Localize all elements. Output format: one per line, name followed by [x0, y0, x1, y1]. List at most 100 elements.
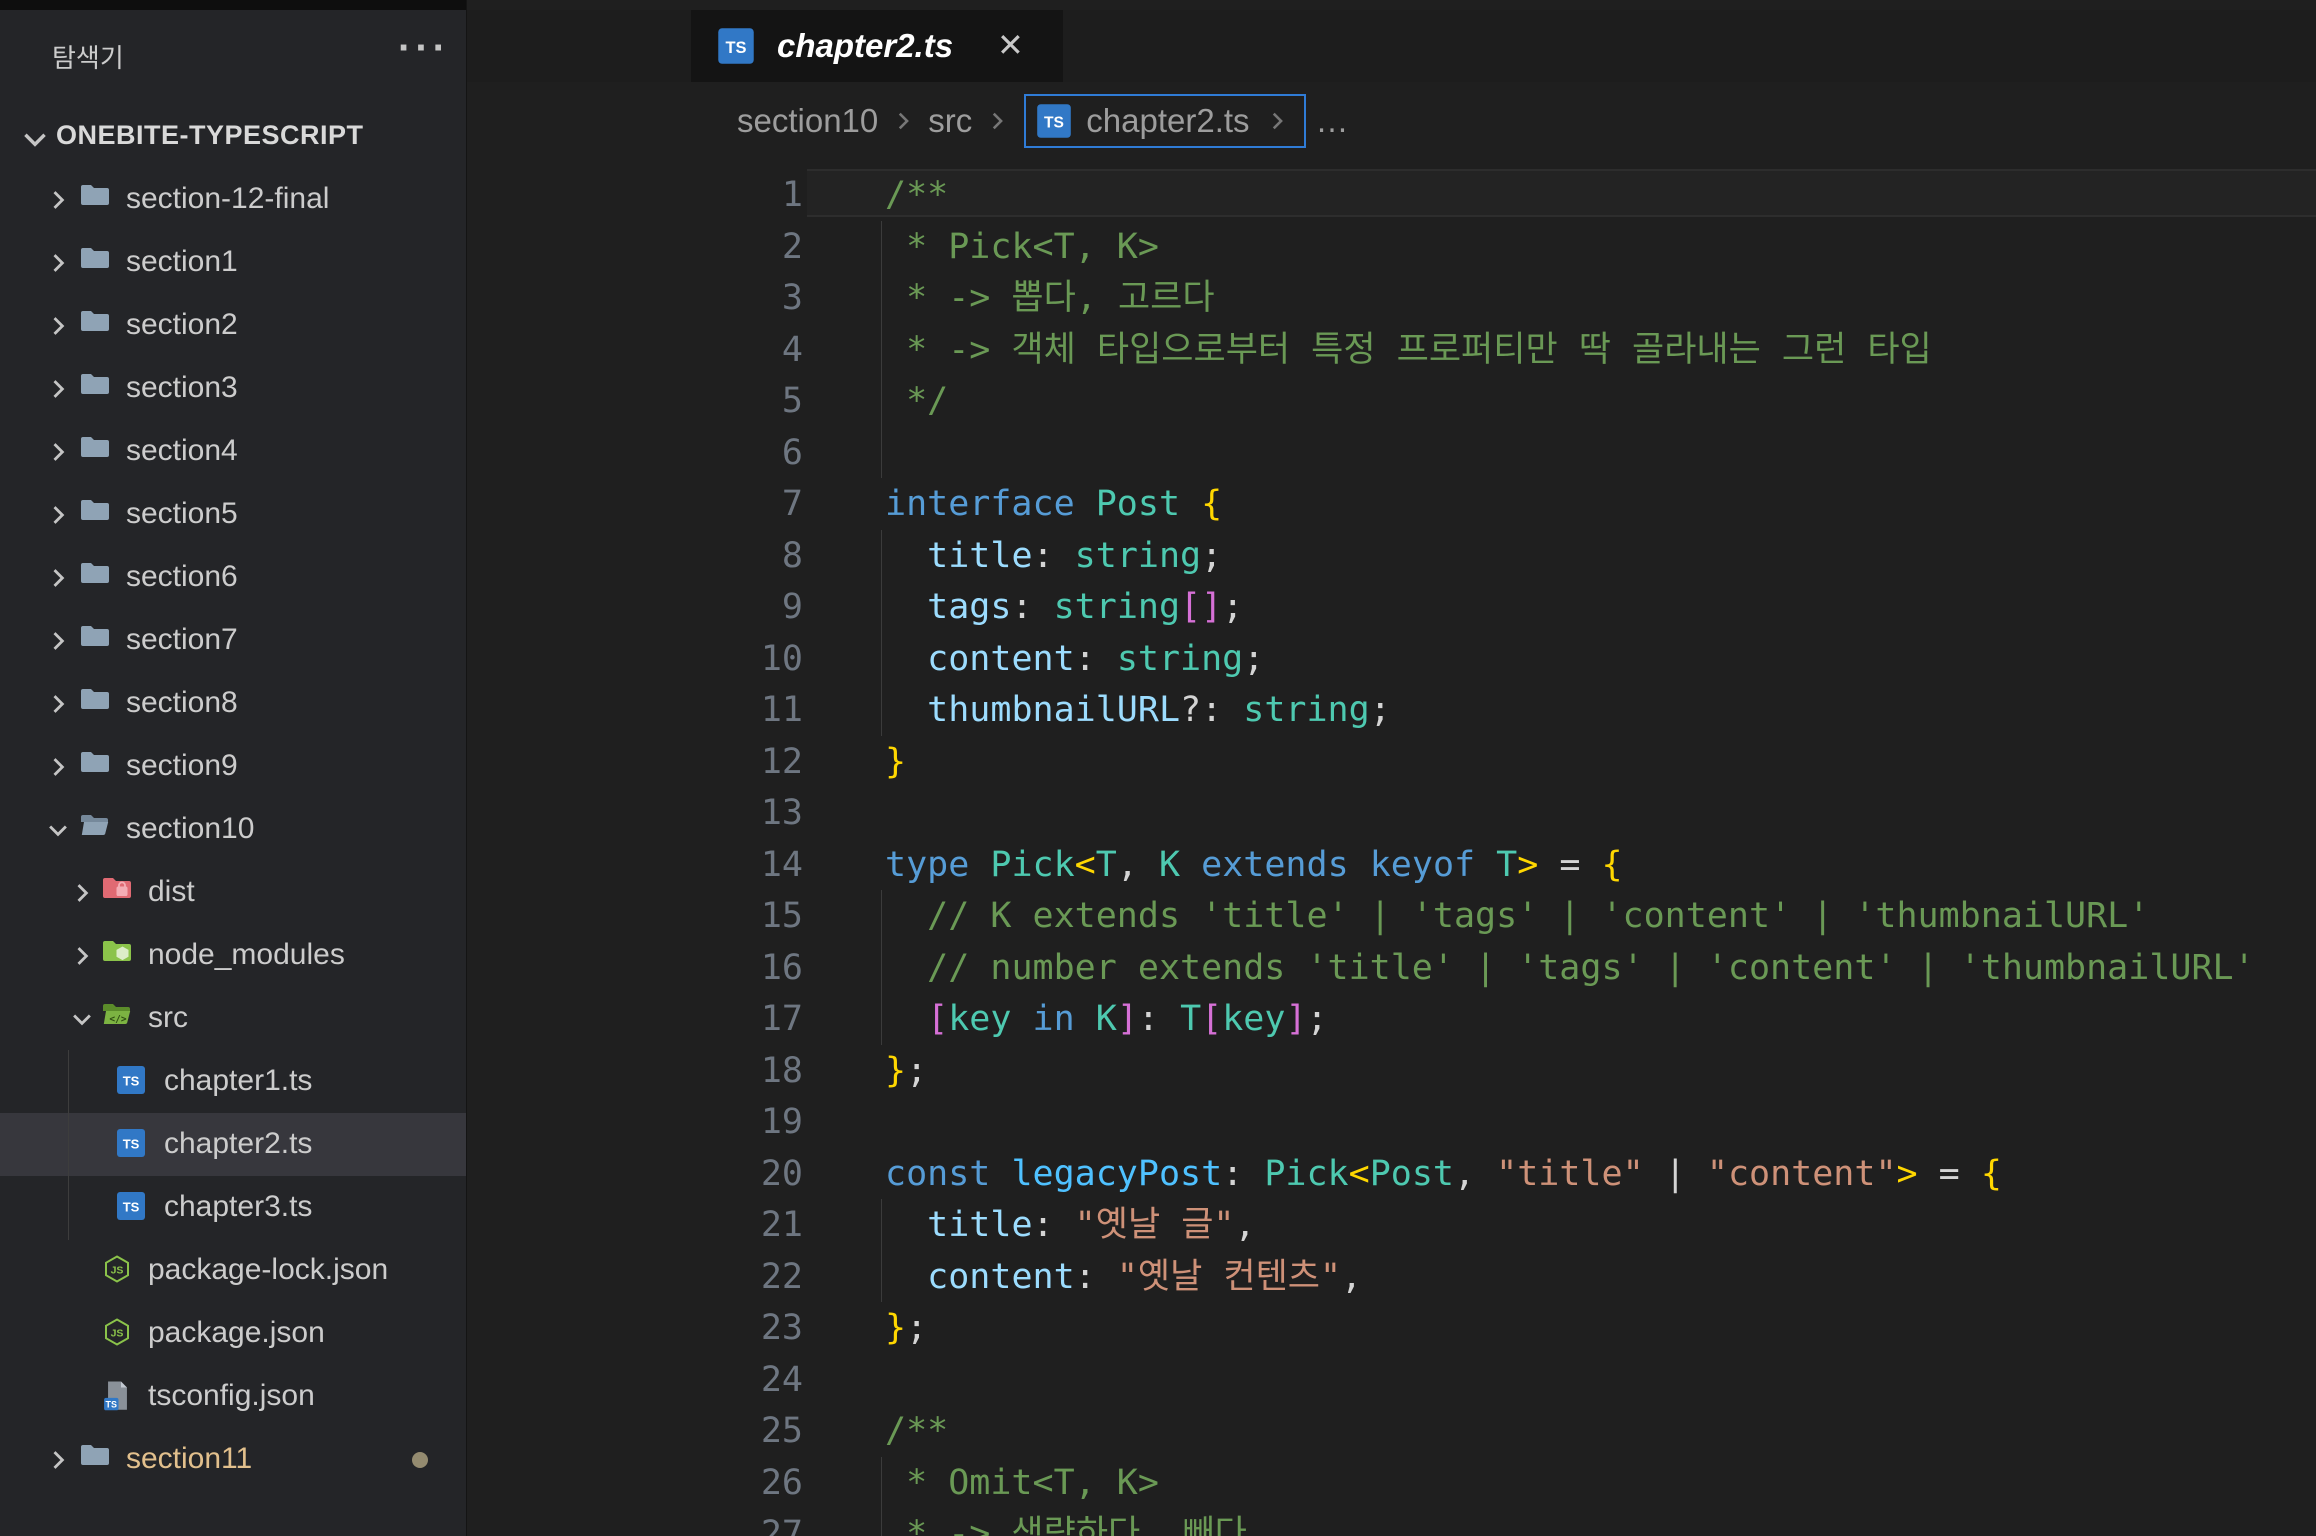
code-line: 23}; — [467, 1302, 2316, 1354]
chevron-right-icon — [68, 942, 96, 970]
chevron-right-icon — [44, 438, 72, 466]
tab-bar: TS chapter2.ts ✕ — [467, 10, 2316, 82]
tree-item-label: src — [148, 1001, 188, 1035]
tree-item-package.json[interactable]: JS package.json — [0, 1302, 466, 1365]
tree-item-section-12-final[interactable]: section-12-final — [0, 168, 466, 231]
breadcrumb-item-current[interactable]: TS chapter2.ts — [1024, 94, 1305, 148]
code-line: 2 * Pick<T, K> — [467, 221, 2316, 273]
folder-icon — [80, 1443, 110, 1467]
line-number: 1 — [697, 169, 803, 221]
chevron-down-icon — [44, 816, 72, 844]
chevron-right-icon — [44, 501, 72, 529]
svg-text:</>: </> — [109, 1014, 126, 1025]
code-editor[interactable]: 1/**2 * Pick<T, K>3 * -> 뽑다, 고르다4 * -> 객… — [467, 160, 2316, 1536]
folder-icon — [80, 183, 110, 207]
tree-item-label: section11 — [126, 1442, 252, 1476]
close-icon[interactable]: ✕ — [997, 26, 1024, 64]
svg-text:TS: TS — [725, 39, 746, 57]
tree-item-package-lock.json[interactable]: JSpackage-lock.json — [0, 1239, 466, 1302]
svg-text:JS: JS — [111, 1328, 124, 1340]
tree-item-tsconfig.json[interactable]: TStsconfig.json — [0, 1365, 466, 1428]
tree-item-section2[interactable]: section2 — [0, 294, 466, 357]
tree-item-label: section8 — [126, 686, 238, 720]
line-number: 10 — [697, 633, 803, 685]
code-line-text: content: string; — [885, 633, 1264, 685]
svg-text:TS: TS — [123, 1137, 140, 1152]
tree-item-section9[interactable]: section9 — [0, 735, 466, 798]
tree-item-dist[interactable]: dist — [0, 861, 466, 924]
tree-item-label: section4 — [126, 434, 238, 468]
chevron-down-icon — [68, 1005, 96, 1033]
line-number: 8 — [697, 530, 803, 582]
tree-item-section11[interactable]: section11 — [0, 1428, 466, 1491]
tree-item-section5[interactable]: section5 — [0, 483, 466, 546]
chevron-right-icon — [44, 375, 72, 403]
code-line-text: * -> 뽑다, 고르다 — [885, 272, 1215, 324]
code-line: 4 * -> 객체 타입으로부터 특정 프로퍼티만 딱 골라내는 그런 타입 — [467, 324, 2316, 376]
tree-item-section7[interactable]: section7 — [0, 609, 466, 672]
tree-item-src[interactable]: </> src — [0, 987, 466, 1050]
breadcrumb-more[interactable]: … — [1316, 102, 1351, 140]
tree-item-section8[interactable]: section8 — [0, 672, 466, 735]
folder-dist-icon — [102, 876, 132, 900]
tree-item-label: package-lock.json — [148, 1253, 388, 1287]
code-line-text: title: "옛날 글", — [885, 1199, 1256, 1251]
line-number: 9 — [697, 581, 803, 633]
tree-item-label: tsconfig.json — [148, 1379, 315, 1413]
chevron-right-icon — [44, 753, 72, 781]
tree-item-chapter3.ts[interactable]: TS chapter3.ts — [0, 1176, 466, 1239]
code-line-text: [key in K]: T[key]; — [885, 993, 1328, 1045]
line-number: 3 — [697, 272, 803, 324]
code-line: 22 content: "옛날 컨텐츠", — [467, 1251, 2316, 1303]
tree-item-label: section1 — [126, 245, 238, 279]
chevron-right-icon — [44, 312, 72, 340]
code-line-text: thumbnailURL?: string; — [885, 684, 1391, 736]
breadcrumb-item-folder[interactable]: src — [928, 102, 972, 140]
chevron-right-icon — [44, 627, 72, 655]
code-line-text: }; — [885, 1045, 927, 1097]
code-line: 5 */ — [467, 375, 2316, 427]
folder-src-icon: </> — [102, 1002, 132, 1026]
file-npm-icon: JS — [102, 1317, 132, 1347]
code-line: 8 title: string; — [467, 530, 2316, 582]
code-line: 19 — [467, 1096, 2316, 1148]
tree-item-label: section6 — [126, 560, 238, 594]
tree-item-chapter2.ts[interactable]: TSchapter2.ts — [0, 1113, 466, 1176]
tree-item-label: chapter3.ts — [164, 1190, 312, 1224]
tab-chapter2[interactable]: TS chapter2.ts ✕ — [691, 10, 1063, 82]
chevron-right-icon — [44, 1446, 72, 1474]
code-line-text: const legacyPost: Pick<Post, "title" | "… — [885, 1148, 2002, 1200]
tree-item-label: node_modules — [148, 938, 345, 972]
line-number: 2 — [697, 221, 803, 273]
code-line: 10 content: string; — [467, 633, 2316, 685]
folder-icon — [80, 750, 110, 774]
chevron-right-icon — [1264, 108, 1290, 134]
tree-item-node_modules[interactable]: node_modules — [0, 924, 466, 987]
chevron-right-icon — [984, 108, 1010, 134]
tree-item-section4[interactable]: section4 — [0, 420, 466, 483]
code-line-text: interface Post { — [885, 478, 1222, 530]
line-number: 23 — [697, 1302, 803, 1354]
tree-item-section10[interactable]: section10 — [0, 798, 466, 861]
code-line-text: // K extends 'title' | 'tags' | 'content… — [885, 890, 2149, 942]
code-line: 26 * Omit<T, K> — [467, 1457, 2316, 1509]
tree-item-section3[interactable]: section3 — [0, 357, 466, 420]
chevron-right-icon — [44, 249, 72, 277]
tree-item-label: package.json — [148, 1316, 325, 1350]
chevron-right-icon — [44, 564, 72, 592]
line-number: 7 — [697, 478, 803, 530]
tree-item-section6[interactable]: section6 — [0, 546, 466, 609]
folder-icon — [80, 687, 110, 711]
explorer-sidebar: 탐색기 ··· ONEBITE-TYPESCRIPT section-12-fi… — [0, 10, 466, 1536]
code-line: 3 * -> 뽑다, 고르다 — [467, 272, 2316, 324]
breadcrumb-item-folder[interactable]: section10 — [737, 102, 878, 140]
svg-text:TS: TS — [1044, 115, 1064, 132]
code-line: 16 // number extends 'title' | 'tags' | … — [467, 942, 2316, 994]
tree-item-label: section3 — [126, 371, 238, 405]
tree-item-chapter1.ts[interactable]: TSchapter1.ts — [0, 1050, 466, 1113]
tree-item-label: section10 — [126, 812, 254, 846]
tree-item-section1[interactable]: section1 — [0, 231, 466, 294]
file-ts-icon: TS — [116, 1191, 146, 1221]
code-line: 27 * -> 생략하다, 빼다 — [467, 1508, 2316, 1536]
file-ts-icon: TS — [116, 1065, 146, 1095]
